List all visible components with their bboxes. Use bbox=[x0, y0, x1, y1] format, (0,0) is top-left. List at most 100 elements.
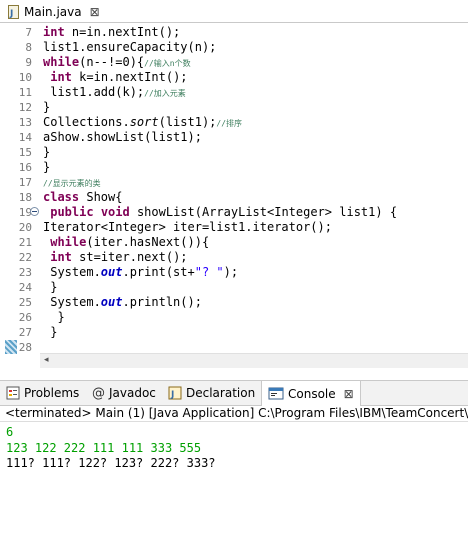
code-text: class Show{ bbox=[43, 190, 122, 205]
code-token: Show{ bbox=[79, 190, 123, 204]
code-text: int k=in.nextInt(); bbox=[43, 70, 187, 85]
javadoc-icon: @ bbox=[92, 385, 105, 401]
panel-tab-bar: Problems @ Javadoc J Declaration Console… bbox=[0, 380, 468, 406]
line-number: 11 bbox=[18, 86, 32, 99]
code-token: .print(st+ bbox=[122, 265, 195, 279]
code-token: } bbox=[43, 310, 65, 324]
code-token: (list1); bbox=[158, 115, 217, 129]
code-token: (n--!=0){ bbox=[79, 55, 145, 69]
code-token: } bbox=[43, 280, 58, 294]
editor-tab-label: Main.java bbox=[24, 5, 82, 19]
line-number: 12 bbox=[18, 101, 32, 114]
code-token: "? " bbox=[194, 265, 224, 279]
code-text: } bbox=[43, 280, 57, 295]
code-token: class bbox=[43, 190, 80, 204]
svg-text:J: J bbox=[170, 390, 174, 400]
console-line: 111? 111? 122? 123? 222? 333? bbox=[6, 456, 216, 470]
tab-label: Problems bbox=[24, 386, 80, 400]
code-line[interactable]: 16} bbox=[0, 160, 468, 175]
line-number: 26 bbox=[18, 311, 32, 324]
code-text: } bbox=[43, 310, 65, 325]
code-token: } bbox=[43, 100, 51, 114]
code-token: ); bbox=[223, 265, 239, 279]
line-number: 7 bbox=[25, 26, 32, 39]
code-token: sort bbox=[129, 115, 159, 129]
line-number: 23 bbox=[18, 266, 32, 279]
console-line: 6 bbox=[6, 425, 14, 439]
code-text: while(iter.hasNext()){ bbox=[43, 235, 209, 250]
code-line[interactable]: 21 while(iter.hasNext()){ bbox=[0, 235, 468, 250]
tab-label: Javadoc bbox=[109, 386, 156, 400]
code-line[interactable]: 20 Iterator<Integer> iter=list1.iterator(… bbox=[0, 220, 468, 235]
horizontal-scrollbar[interactable]: ◂ bbox=[40, 353, 468, 368]
line-number: 24 bbox=[18, 281, 32, 294]
code-line[interactable]: 22 int st=iter.next(); bbox=[0, 250, 468, 265]
code-text: int n=in.nextInt(); bbox=[43, 25, 180, 40]
code-line[interactable]: 26 } bbox=[0, 310, 468, 325]
tab-console[interactable]: Console ⊠ bbox=[261, 381, 361, 406]
close-icon[interactable]: ⊠ bbox=[90, 5, 100, 19]
code-line[interactable]: 17 //显示元素的类 bbox=[0, 175, 468, 190]
code-text: } bbox=[43, 145, 50, 160]
line-number: 8 bbox=[25, 41, 32, 54]
code-line[interactable]: 13 Collections.sort(list1);//排序 bbox=[0, 115, 468, 130]
tab-label: Console bbox=[288, 386, 336, 401]
code-token: int bbox=[50, 250, 72, 264]
code-token: showList(ArrayList<Integer> list1) { bbox=[129, 205, 398, 219]
tab-problems[interactable]: Problems bbox=[6, 381, 79, 405]
code-line[interactable]: 23 System.out.print(st+"? "); bbox=[0, 265, 468, 280]
code-text: public void showList(ArrayList<Integer> … bbox=[43, 205, 397, 220]
code-token: n=in.nextInt(); bbox=[64, 25, 181, 39]
console-output[interactable]: 6 123 122 222 111 111 333 555 111? 111? … bbox=[0, 422, 468, 543]
code-line[interactable]: 11 list1.add(k);//加入元素 bbox=[0, 85, 468, 100]
code-line[interactable]: 10 int k=in.nextInt(); bbox=[0, 70, 468, 85]
code-token: Collections. bbox=[43, 115, 130, 129]
code-line[interactable]: 8 list1.ensureCapacity(n); bbox=[0, 40, 468, 55]
code-text: } bbox=[43, 100, 50, 115]
code-line[interactable]: 12} bbox=[0, 100, 468, 115]
code-token: out bbox=[100, 265, 123, 279]
editor-tab-bar: J Main.java ⊠ bbox=[0, 0, 468, 23]
tab-declaration[interactable]: J Declaration bbox=[168, 381, 255, 405]
console-icon bbox=[268, 387, 284, 399]
close-icon[interactable]: ⊠ bbox=[344, 387, 354, 401]
code-line[interactable]: 9 while(n--!=0){//输入n个数 bbox=[0, 55, 468, 70]
code-text: int st=iter.next(); bbox=[43, 250, 188, 265]
code-token: .println(); bbox=[122, 295, 202, 309]
code-token: } bbox=[43, 325, 58, 339]
tab-javadoc[interactable]: @ Javadoc bbox=[92, 381, 156, 405]
code-token: while bbox=[50, 235, 87, 249]
scroll-left-icon[interactable]: ◂ bbox=[44, 355, 49, 365]
code-text: } bbox=[43, 325, 57, 340]
code-line[interactable]: 25 System.out.println(); bbox=[0, 295, 468, 310]
code-line[interactable]: 14 aShow.showList(list1); bbox=[0, 130, 468, 145]
code-token: //加入元素 bbox=[144, 89, 186, 98]
code-text: //显示元素的类 bbox=[43, 175, 101, 191]
code-line[interactable]: 18 class Show{ bbox=[0, 190, 468, 205]
code-text: list1.ensureCapacity(n); bbox=[43, 40, 216, 55]
code-text: Iterator<Integer> iter=list1.iterator(); bbox=[43, 220, 332, 235]
fold-collapse-icon[interactable] bbox=[30, 207, 39, 216]
editor-tab-main-java[interactable]: J Main.java ⊠ bbox=[2, 2, 106, 22]
code-token: void bbox=[100, 205, 130, 219]
code-editor[interactable]: 7 int n=in.nextInt(); 8 list1.ensureCapacit… bbox=[0, 23, 468, 368]
code-line[interactable]: 24 } bbox=[0, 280, 468, 295]
line-number: 14 bbox=[18, 131, 32, 144]
code-token: st=iter.next(); bbox=[71, 250, 188, 264]
code-line[interactable]: 7 int n=in.nextInt(); bbox=[0, 25, 468, 40]
line-number: 13 bbox=[18, 116, 32, 129]
console-line: 123 122 222 111 111 333 555 bbox=[6, 441, 202, 455]
code-line[interactable]: 19 public void showList(ArrayList<Intege… bbox=[0, 205, 468, 220]
code-token: list1.ensureCapacity(n); bbox=[43, 40, 217, 54]
code-token: (iter.hasNext()){ bbox=[86, 235, 210, 249]
code-token: int bbox=[43, 25, 65, 39]
line-number: 28 bbox=[18, 341, 32, 354]
code-text: aShow.showList(list1); bbox=[43, 130, 202, 145]
line-number: 16 bbox=[18, 161, 32, 174]
code-line[interactable]: 15} bbox=[0, 145, 468, 160]
code-token: out bbox=[100, 295, 123, 309]
line-number: 21 bbox=[18, 236, 32, 249]
code-line[interactable]: 27 } bbox=[0, 325, 468, 340]
code-token: //排序 bbox=[216, 119, 243, 128]
